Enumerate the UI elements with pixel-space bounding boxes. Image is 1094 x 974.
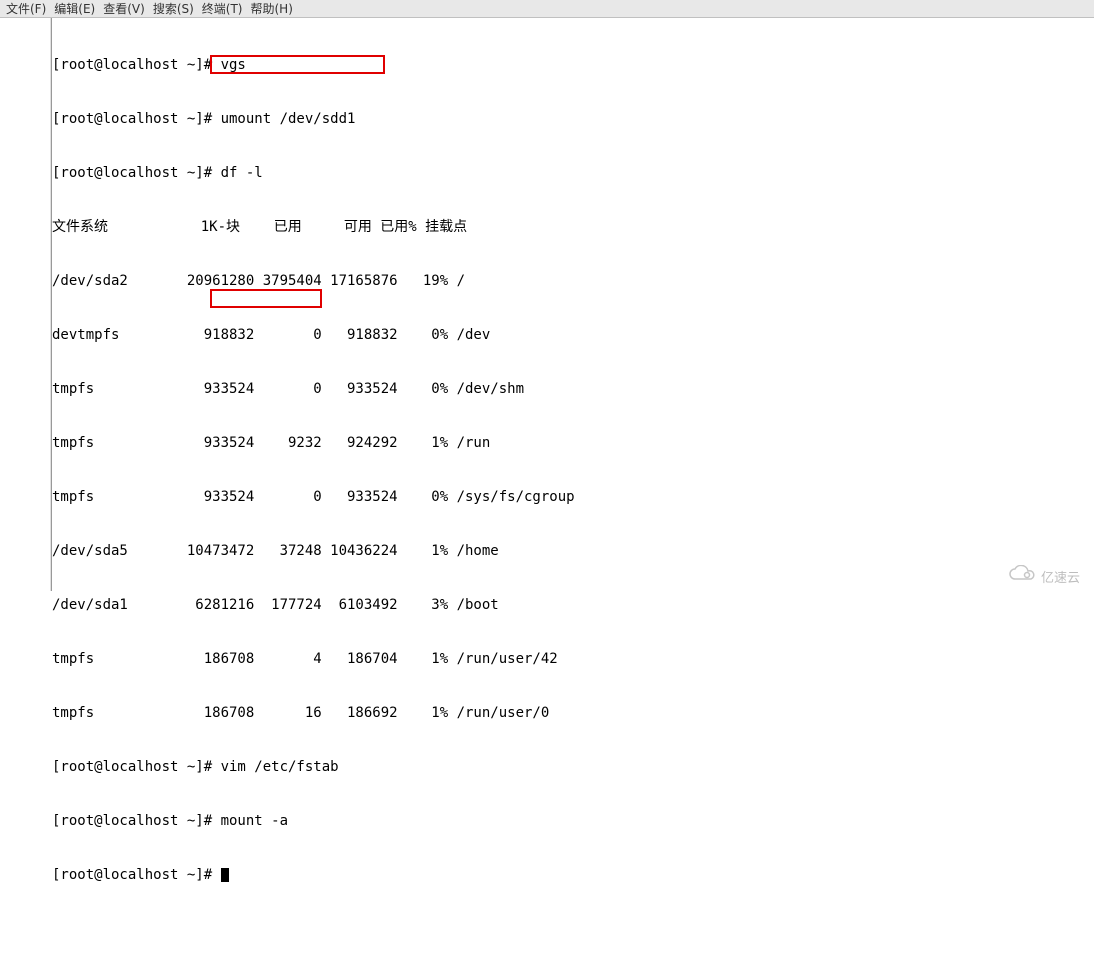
df-row: tmpfs 186708 4 186704 1% /run/user/42 [52, 650, 1094, 668]
terminal[interactable]: [root@localhost ~]# vgs [root@localhost … [51, 18, 1094, 591]
cloud-icon [1007, 565, 1037, 587]
cmd-df: df -l [221, 165, 263, 181]
terminal-line: [root@localhost ~]# vim /etc/fstab [52, 758, 1094, 776]
terminal-wrapper: [root@localhost ~]# vgs [root@localhost … [0, 18, 1094, 591]
terminal-line: [root@localhost ~]# df -l [52, 164, 1094, 182]
df-row: tmpfs 933524 9232 924292 1% /run [52, 434, 1094, 452]
cmd-vgs: vgs [221, 57, 246, 73]
watermark: 亿速云 [1007, 565, 1080, 587]
menubar: 文件(F) 编辑(E) 查看(V) 搜索(S) 终端(T) 帮助(H) [0, 0, 1094, 18]
left-gutter [0, 18, 51, 591]
df-row: tmpfs 933524 0 933524 0% /sys/fs/cgroup [52, 488, 1094, 506]
menu-help[interactable]: 帮助(H) [251, 0, 293, 17]
terminal-line: [root@localhost ~]# [52, 866, 1094, 884]
df-row: /dev/sda5 10473472 37248 10436224 1% /ho… [52, 542, 1094, 560]
menu-file[interactable]: 文件(F) [6, 0, 46, 17]
cmd-umount: umount /dev/sdd1 [221, 111, 356, 127]
df-row: tmpfs 186708 16 186692 1% /run/user/0 [52, 704, 1094, 722]
df-row: devtmpfs 918832 0 918832 0% /dev [52, 326, 1094, 344]
watermark-text: 亿速云 [1041, 567, 1080, 586]
highlight-mount [210, 289, 322, 308]
cmd-vim: vim /etc/fstab [221, 759, 339, 775]
terminal-line: [root@localhost ~]# umount /dev/sdd1 [52, 110, 1094, 128]
prompt: [root@localhost ~]# [52, 867, 221, 883]
terminal-line: [root@localhost ~]# vgs [52, 56, 1094, 74]
prompt: [root@localhost ~]# [52, 813, 221, 829]
menu-search[interactable]: 搜索(S) [153, 0, 194, 17]
df-row: /dev/sda2 20961280 3795404 17165876 19% … [52, 272, 1094, 290]
menu-edit[interactable]: 编辑(E) [54, 0, 95, 17]
prompt: [root@localhost ~]# [52, 165, 221, 181]
menu-terminal[interactable]: 终端(T) [202, 0, 243, 17]
cmd-mount: mount -a [221, 813, 288, 829]
terminal-line: [root@localhost ~]# mount -a [52, 812, 1094, 830]
prompt: [root@localhost ~]# [52, 759, 221, 775]
prompt: [root@localhost ~]# [52, 57, 221, 73]
df-row: /dev/sda1 6281216 177724 6103492 3% /boo… [52, 596, 1094, 614]
cursor [221, 868, 229, 882]
menu-view[interactable]: 查看(V) [103, 0, 145, 17]
prompt: [root@localhost ~]# [52, 111, 221, 127]
df-header: 文件系统 1K-块 已用 可用 已用% 挂载点 [52, 218, 1094, 236]
df-row: tmpfs 933524 0 933524 0% /dev/shm [52, 380, 1094, 398]
